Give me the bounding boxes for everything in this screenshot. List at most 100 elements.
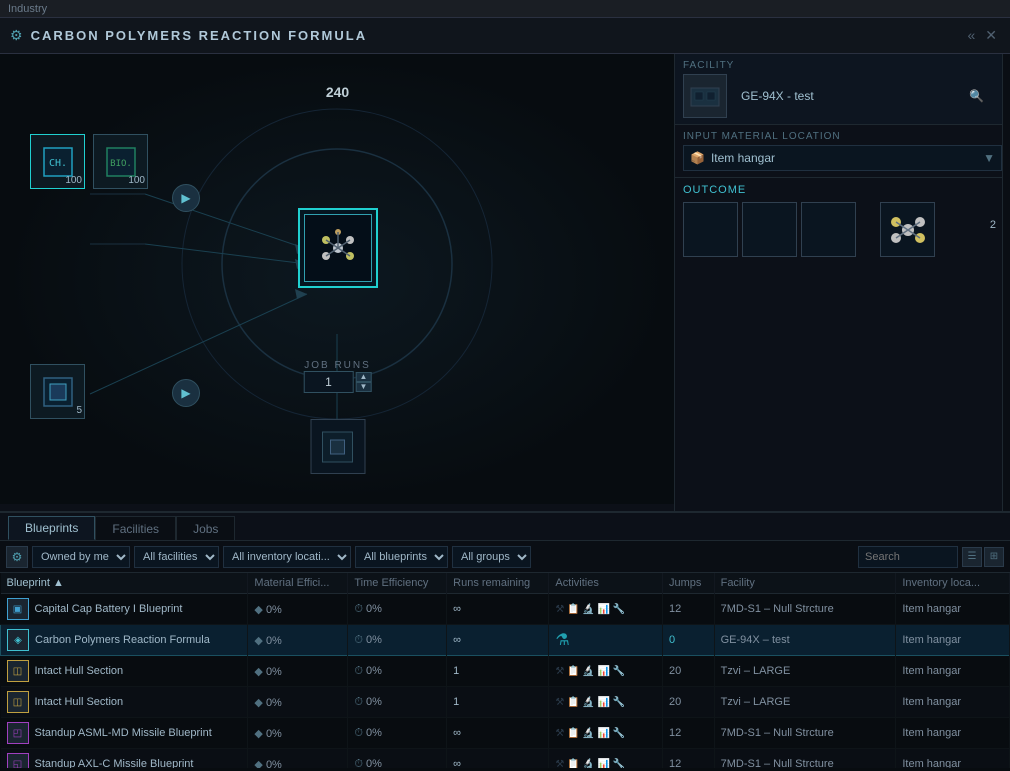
cell-activities: ⚒ 📋 🔬 📊 🔧: [549, 749, 663, 769]
blueprint-icon: ◈: [7, 629, 29, 651]
table-row[interactable]: ◰ Standup ASML-MD Missile Blueprint ◆ 0%…: [1, 718, 1010, 749]
blueprint-icon: ◱: [7, 753, 29, 768]
arrow-btn-top[interactable]: ▶: [172, 184, 200, 212]
inventory-select[interactable]: All inventory locati...: [223, 546, 351, 568]
item-count-2: 100: [128, 175, 145, 186]
cell-inventory: Item hangar: [896, 687, 1010, 718]
cell-facility: GE-94X – test: [714, 625, 896, 656]
cell-inventory: Item hangar: [896, 656, 1010, 687]
cell-inventory: Item hangar: [896, 594, 1010, 625]
tabs-bar: Blueprints Facilities Jobs: [0, 513, 1010, 541]
owned-by-select[interactable]: Owned by me: [32, 546, 130, 568]
cell-inventory: Item hangar: [896, 749, 1010, 769]
cell-facility: 7MD-S1 – Null Strcture: [714, 749, 896, 769]
blueprint-center[interactable]: [298, 208, 378, 288]
input-item-1[interactable]: CH. 100: [30, 134, 85, 189]
window-controls: « ✕: [964, 27, 1000, 44]
search-input[interactable]: [858, 546, 958, 568]
facility-section: FACILITY GE-94X - test 🔍: [675, 54, 1010, 125]
outcome-number: 2: [990, 219, 996, 231]
cell-runs: ∞: [447, 749, 549, 769]
tab-facilities[interactable]: Facilities: [95, 516, 176, 540]
input-item-3[interactable]: 5: [30, 364, 85, 419]
cell-activities: ⚒ 📋 🔬 📊 🔧: [549, 594, 663, 625]
cell-jumps: 12: [663, 749, 715, 769]
col-blueprint[interactable]: Blueprint ▲: [1, 573, 248, 594]
cell-jumps: 12: [663, 718, 715, 749]
cell-activities: ⚒ 📋 🔬 📊 🔧: [549, 687, 663, 718]
table-row[interactable]: ◫ Intact Hull Section ◆ 0% ⏱ 0% 1 ⚒ 📋 🔬 …: [1, 687, 1010, 718]
material-location-section: INPUT MATERIAL LOCATION 📦 Item hangar ▼: [675, 125, 1010, 178]
cell-runs: ∞: [447, 594, 549, 625]
col-runs[interactable]: Runs remaining: [447, 573, 549, 594]
input-location-value: Item hangar: [711, 151, 775, 165]
cell-blueprint: ▣ Capital Cap Battery I Blueprint: [1, 594, 248, 625]
blueprint-icon: ◰: [7, 722, 29, 744]
job-runs-input[interactable]: [304, 371, 354, 393]
runs-decrement[interactable]: ▼: [356, 382, 372, 392]
svg-text:CH.: CH.: [48, 158, 66, 169]
runs-label: 240: [326, 84, 349, 100]
blueprint-table-scroll[interactable]: Blueprint ▲ Material Effici... Time Effi…: [0, 573, 1010, 768]
cell-activities: ⚗: [549, 625, 663, 656]
input-location-select[interactable]: 📦 Item hangar ▼: [683, 145, 1002, 171]
runs-increment[interactable]: ▲: [356, 372, 372, 382]
close-icon[interactable]: ✕: [982, 27, 1000, 44]
blueprint-icon: ◫: [7, 691, 29, 713]
tab-blueprints[interactable]: Blueprints: [8, 516, 95, 540]
groups-select[interactable]: All groups: [452, 546, 531, 568]
blueprint-table: Blueprint ▲ Material Effici... Time Effi…: [0, 573, 1010, 768]
facility-name: GE-94X - test: [741, 89, 814, 103]
table-row[interactable]: ◈ Carbon Polymers Reaction Formula ◆ 0% …: [1, 625, 1010, 656]
col-inventory[interactable]: Inventory loca...: [896, 573, 1010, 594]
cell-jumps: 20: [663, 687, 715, 718]
settings-icon[interactable]: ⚙: [6, 546, 28, 568]
cell-time-eff: ⏱ 0%: [348, 594, 447, 625]
outcome-items: [683, 202, 1002, 257]
col-activities[interactable]: Activities: [549, 573, 663, 594]
list-view-icon[interactable]: ☰: [962, 547, 982, 567]
arrow-btn-bottom[interactable]: ▶: [172, 379, 200, 407]
col-time-eff[interactable]: Time Efficiency: [348, 573, 447, 594]
svg-text:BIO.: BIO.: [110, 159, 132, 169]
facilities-select[interactable]: All facilities: [134, 546, 219, 568]
item-count-3: 5: [76, 405, 82, 416]
cell-runs: ∞: [447, 625, 549, 656]
facility-thumbnail: [683, 74, 727, 118]
facility-search-icon[interactable]: 🔍: [969, 89, 984, 103]
view-icons: ☰ ⊞: [962, 547, 1004, 567]
cell-jumps: 20: [663, 656, 715, 687]
table-header: Blueprint ▲ Material Effici... Time Effi…: [1, 573, 1010, 594]
title-bar: Industry: [0, 0, 1010, 18]
table-row[interactable]: ▣ Capital Cap Battery I Blueprint ◆ 0% ⏱…: [1, 594, 1010, 625]
outcome-slot-1: [683, 202, 738, 257]
tab-jobs[interactable]: Jobs: [176, 516, 235, 540]
job-runs-section: JOB RUNS ▲ ▼: [304, 360, 371, 375]
cell-mat-eff: ◆ 0%: [248, 718, 348, 749]
cell-inventory: Item hangar: [896, 625, 1010, 656]
outcome-label: OUTCOME: [683, 184, 1002, 196]
cell-mat-eff: ◆ 0%: [248, 749, 348, 769]
minimize-icon[interactable]: «: [964, 27, 978, 44]
blueprints-select[interactable]: All blueprints: [355, 546, 448, 568]
input-item-2[interactable]: BIO. 100: [93, 134, 148, 189]
cell-activities: ⚒ 📋 🔬 📊 🔧: [549, 656, 663, 687]
outcome-slot-3: [801, 202, 856, 257]
cell-mat-eff: ◆ 0%: [248, 656, 348, 687]
table-toolbar: ⚙ Owned by me All facilities All invento…: [0, 541, 1010, 573]
grid-view-icon[interactable]: ⊞: [984, 547, 1004, 567]
col-facility[interactable]: Facility: [714, 573, 896, 594]
blueprint-icon: ▣: [7, 598, 29, 620]
table-row[interactable]: ◱ Standup AXL-C Missile Blueprint ◆ 0% ⏱…: [1, 749, 1010, 769]
col-mat-eff[interactable]: Material Effici...: [248, 573, 348, 594]
output-item-bottom[interactable]: [310, 419, 365, 474]
outcome-slot-product: [880, 202, 935, 257]
cell-blueprint: ◫ Intact Hull Section: [1, 687, 248, 718]
cell-mat-eff: ◆ 0%: [248, 625, 348, 656]
table-row[interactable]: ◫ Intact Hull Section ◆ 0% ⏱ 0% 1 ⚒ 📋 🔬 …: [1, 656, 1010, 687]
cell-mat-eff: ◆ 0%: [248, 594, 348, 625]
cell-jumps: 0: [663, 625, 715, 656]
cell-blueprint: ◱ Standup AXL-C Missile Blueprint: [1, 749, 248, 769]
col-jumps[interactable]: Jumps: [663, 573, 715, 594]
window-title: CARBON POLYMERS REACTION FORMULA: [31, 28, 368, 43]
